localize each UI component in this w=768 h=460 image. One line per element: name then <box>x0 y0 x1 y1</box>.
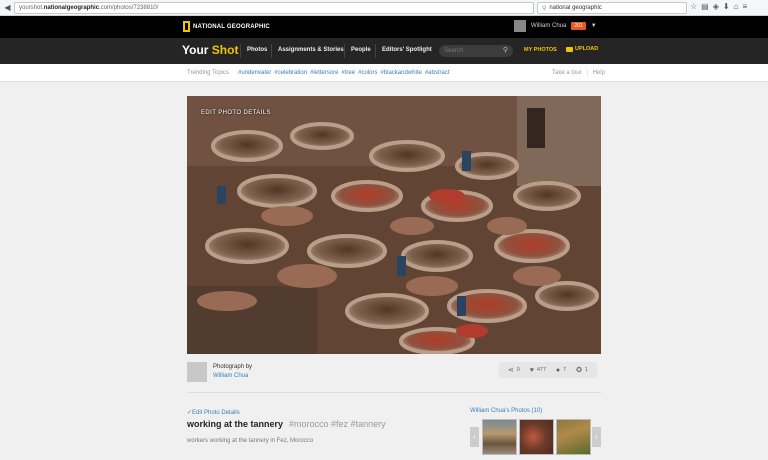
search-icon[interactable]: ⚲ <box>503 46 508 54</box>
user-menu[interactable]: William Chua 201 ▼ <box>514 20 597 32</box>
share-icon: ⋖ <box>507 367 514 374</box>
nav-editors-spotlight[interactable]: Editors' Spotlight <box>382 47 432 53</box>
browser-search-input[interactable]: ⚲ national geographic <box>537 2 687 14</box>
photo-thumbnail[interactable] <box>482 419 517 455</box>
tannery-photo-image <box>187 96 601 354</box>
pocket-icon[interactable]: ◈ <box>713 2 719 11</box>
brand-name: NATIONAL GEOGRAPHIC <box>193 23 270 30</box>
site-search-input[interactable]: Search ⚲ <box>439 45 513 57</box>
award-icon: ✪ <box>576 367 582 374</box>
home-icon[interactable]: ⌂ <box>734 2 739 11</box>
site-top-bar: NATIONAL GEOGRAPHIC William Chua 201 ▼ <box>0 16 768 38</box>
nav-assignments[interactable]: Assignments & Stories <box>278 47 344 53</box>
browser-search-query: national geographic <box>549 5 602 11</box>
url-domain: nationalgeographic <box>43 5 100 11</box>
main-nav: Your Shot Photos Assignments & Stories P… <box>0 38 768 64</box>
carousel-next-button[interactable]: › <box>592 427 601 447</box>
upload-button[interactable]: UPLOAD <box>566 46 598 52</box>
author-photos-heading[interactable]: William Chua's Photos (10) <box>470 408 542 414</box>
nav-divider <box>240 44 241 58</box>
photo-title: working at the tannery <box>187 419 284 429</box>
take-tour-link[interactable]: Take a tour <box>552 70 582 76</box>
main-photo[interactable]: EDIT PHOTO DETAILS <box>187 96 601 354</box>
search-icon: ⚲ <box>542 5 547 12</box>
section-divider <box>187 392 601 393</box>
trending-bar: Trending Topics #underwater #celebration… <box>0 64 768 82</box>
comment-icon: ● <box>555 366 561 374</box>
help-links: Take a tour | Help <box>552 70 605 76</box>
search-placeholder: Search <box>444 48 464 54</box>
comment-stat[interactable]: ● 7 <box>556 367 566 374</box>
reading-list-icon[interactable]: ▤ <box>701 2 709 11</box>
trending-tag[interactable]: #underwater <box>238 70 271 76</box>
notification-badge[interactable]: 201 <box>571 22 586 30</box>
photo-stats: ⋖ 0 ♥ 477 ● 7 ✪ 1 <box>499 362 597 378</box>
edit-photo-details-overlay[interactable]: EDIT PHOTO DETAILS <box>201 110 271 116</box>
trending-tag[interactable]: #colors <box>358 70 377 76</box>
photo-thumbnail[interactable] <box>556 419 591 455</box>
photo-tags[interactable]: #morocco #fez #tannery <box>289 419 386 429</box>
nav-photos[interactable]: Photos <box>247 47 267 53</box>
trending-tag[interactable]: #tree <box>341 70 355 76</box>
user-name[interactable]: William Chua <box>531 23 566 29</box>
award-stat[interactable]: ✪ 1 <box>576 366 588 374</box>
trending-tag[interactable]: #celebration <box>274 70 307 76</box>
avatar[interactable] <box>514 20 526 32</box>
trending-tag[interactable]: #blackandwhite <box>380 70 421 76</box>
nav-people[interactable]: People <box>351 47 371 53</box>
your-shot-logo[interactable]: Your Shot <box>182 43 238 57</box>
award-count: 1 <box>584 367 589 373</box>
browser-toolbar: ◀ yourshot. nationalgeographic .com/photos… <box>0 0 768 16</box>
share-stat[interactable]: ⋖ 0 <box>508 366 520 374</box>
photograph-by-label: Photograph by <box>213 364 253 370</box>
nav-divider <box>344 44 345 58</box>
trending-tag[interactable]: #abstract <box>425 70 450 76</box>
photo-thumbnail[interactable] <box>519 419 554 455</box>
help-link[interactable]: Help <box>593 70 605 76</box>
photo-caption: workers working at the tannery in Fez, M… <box>187 438 314 444</box>
download-icon[interactable]: ⬇ <box>723 2 730 11</box>
nav-divider <box>375 44 376 58</box>
like-count: 477 <box>536 367 547 373</box>
trending-label: Trending Topics <box>187 70 230 76</box>
browser-toolbar-icons: ☆ ▤ ◈ ⬇ ⌂ ≡ <box>690 2 747 11</box>
address-bar[interactable]: yourshot. nationalgeographic .com/photos/7… <box>14 2 534 14</box>
trending-tag[interactable]: #lettersore <box>310 70 338 76</box>
share-count: 0 <box>516 367 520 373</box>
photo-credit-row: Photograph by William Chua ⋖ 0 ♥ 477 ● 7 ✪ 1 <box>187 360 601 382</box>
heart-icon: ♥ <box>529 366 534 374</box>
link-separator: | <box>586 70 588 76</box>
chevron-down-icon[interactable]: ▼ <box>591 23 597 29</box>
menu-icon[interactable]: ≡ <box>742 2 747 11</box>
author-photos-carousel: ‹ › <box>470 419 601 455</box>
logo-your: Your <box>182 43 209 57</box>
natgeo-logo[interactable]: NATIONAL GEOGRAPHIC <box>183 21 270 32</box>
like-stat[interactable]: ♥ 477 <box>530 367 546 374</box>
nav-divider <box>271 44 272 58</box>
author-link[interactable]: William Chua <box>213 373 248 379</box>
photo-title-row: working at the tannery #morocco #fez #ta… <box>187 419 386 429</box>
author-avatar[interactable] <box>187 362 207 382</box>
edit-photo-details-link[interactable]: ✓Edit Photo Details <box>187 409 240 416</box>
carousel-prev-button[interactable]: ‹ <box>470 427 479 447</box>
url-suffix: .com/photos/7238810/ <box>99 5 159 11</box>
url-prefix: yourshot. <box>19 5 44 11</box>
logo-shot: Shot <box>211 43 239 57</box>
comment-count: 7 <box>563 367 567 373</box>
camera-icon <box>566 46 573 52</box>
trending-tags: #underwater #celebration #lettersore #tr… <box>238 70 450 76</box>
bookmark-star-icon[interactable]: ☆ <box>690 2 697 11</box>
yellow-frame-icon <box>183 21 190 32</box>
back-icon[interactable]: ◀ <box>2 3 13 12</box>
upload-label: UPLOAD <box>575 46 599 52</box>
my-photos-link[interactable]: MY PHOTOS <box>524 47 557 53</box>
